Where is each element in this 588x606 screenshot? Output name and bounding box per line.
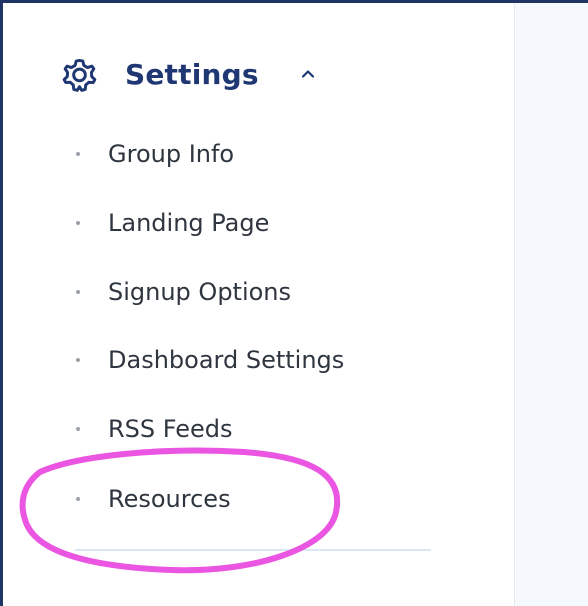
chevron-up-icon[interactable] <box>259 66 316 82</box>
bullet-marker <box>76 358 80 362</box>
menu-active-underline <box>75 549 431 551</box>
menu-item-label: Group Info <box>108 140 235 168</box>
menu-item-label: Dashboard Settings <box>108 346 345 374</box>
menu-item-landing-page[interactable]: Landing Page <box>76 207 269 239</box>
settings-section-toggle[interactable]: Settings <box>61 53 316 95</box>
menu-item-label: RSS Feeds <box>108 415 233 443</box>
bullet-marker <box>76 221 80 225</box>
menu-item-label: Landing Page <box>108 209 270 237</box>
gear-icon <box>61 56 98 93</box>
bullet-marker <box>76 427 80 431</box>
menu-item-rss-feeds[interactable]: RSS Feeds <box>76 413 233 445</box>
menu-item-label: Resources <box>108 485 231 513</box>
bullet-marker <box>76 497 80 501</box>
menu-item-dashboard-settings[interactable]: Dashboard Settings <box>76 344 344 376</box>
main-content-panel <box>514 3 588 606</box>
menu-item-signup-options[interactable]: Signup Options <box>76 276 291 308</box>
menu-item-label: Signup Options <box>108 278 292 306</box>
menu-item-resources[interactable]: Resources <box>76 483 231 515</box>
bullet-marker <box>76 152 80 156</box>
menu-item-group-info[interactable]: Group Info <box>76 138 234 170</box>
settings-sidebar: Settings Group Info Landing Page Signup … <box>3 3 513 606</box>
settings-section-title: Settings <box>125 57 259 91</box>
bullet-marker <box>76 290 80 294</box>
